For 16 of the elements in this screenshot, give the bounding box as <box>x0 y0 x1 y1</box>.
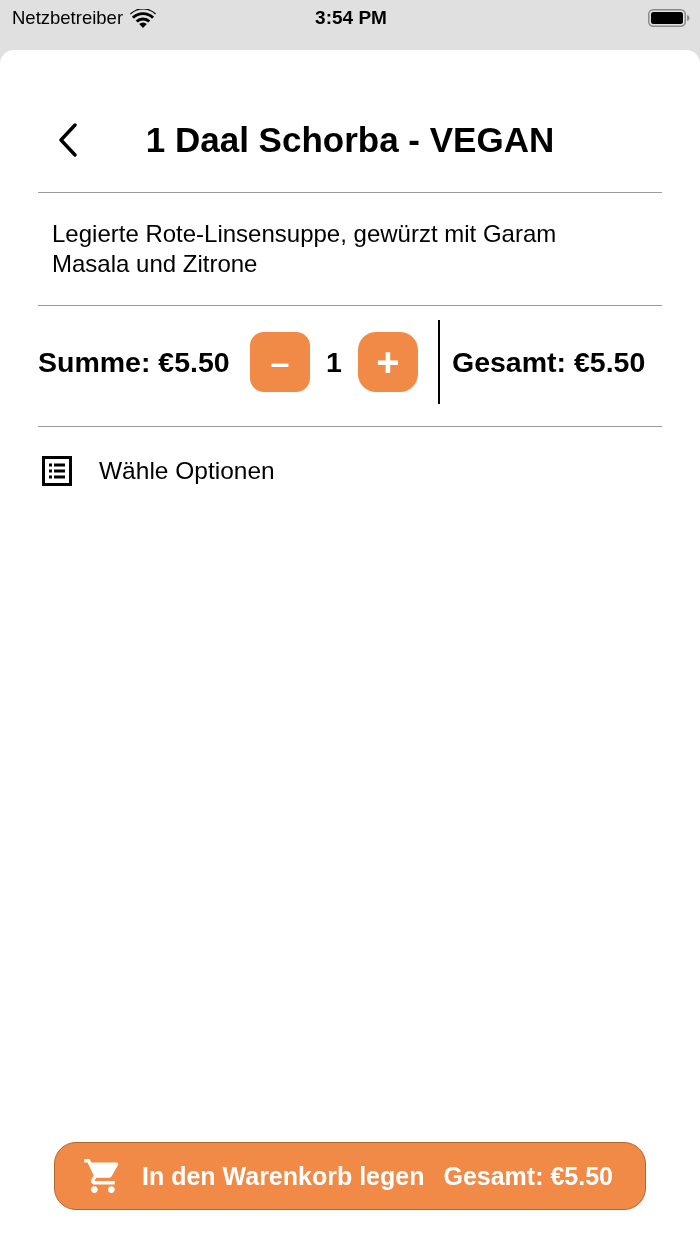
dish-title: 1 Daal Schorba - VEGAN <box>144 120 556 160</box>
increment-button[interactable]: + <box>358 332 418 392</box>
list-icon <box>42 456 72 486</box>
clock-time: 3:54 PM <box>315 6 387 30</box>
choose-options-button[interactable]: Wähle Optionen <box>38 427 275 486</box>
subtotal-text: Summe: €5.50 <box>38 345 230 378</box>
dish-description: Legierte Rote-Linsensuppe, gewürzt mit Garam Masala und Zitrone <box>52 219 558 279</box>
back-chevron-icon <box>58 123 78 157</box>
total-text: Gesamt: €5.50 <box>452 345 646 379</box>
battery-icon <box>648 9 690 27</box>
add-to-cart-button[interactable]: In den Warenkorb legen Gesamt: €5.50 <box>54 1142 646 1210</box>
decrement-button[interactable]: – <box>250 332 310 392</box>
quantity-value: 1 <box>326 345 342 379</box>
wifi-icon <box>130 8 157 28</box>
shopping-cart-icon <box>84 1159 120 1193</box>
carrier-name: Netzbetreiber <box>12 7 124 29</box>
